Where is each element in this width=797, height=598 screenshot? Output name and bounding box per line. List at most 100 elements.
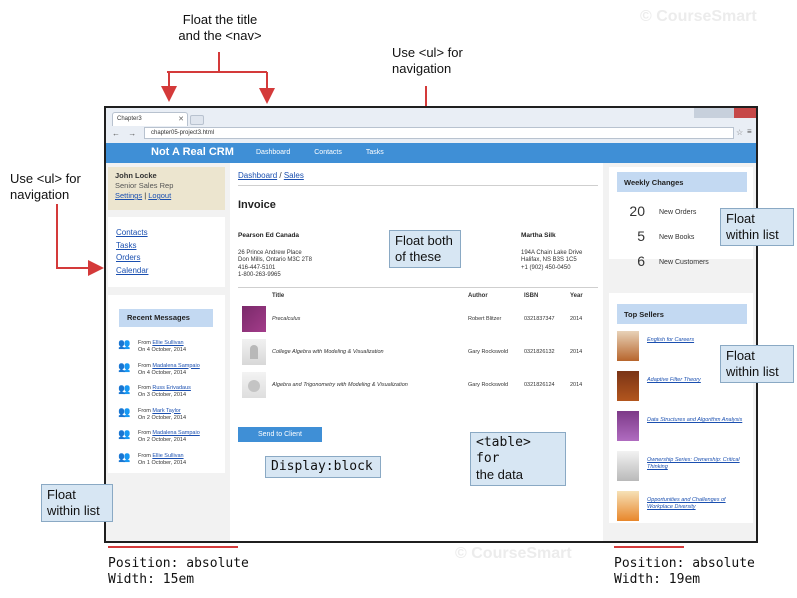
recent-messages-list: 👥 From Ellie Sullivan On 4 October, 2014 👥… bbox=[118, 340, 200, 475]
message-date: On 3 October, 2014 bbox=[138, 392, 187, 398]
invoice-to: Martha Silk 194A Chain Lake Drive Halifa… bbox=[521, 232, 582, 272]
maximize-button[interactable] bbox=[714, 108, 734, 118]
minimize-button[interactable] bbox=[694, 108, 714, 118]
breadcrumb-separator: / bbox=[277, 171, 284, 180]
book-author: Robert Blitzer bbox=[468, 315, 502, 322]
book-cover-image bbox=[242, 371, 266, 398]
to-name: Martha Silk bbox=[521, 232, 556, 239]
weekly-changes-title: Weekly Changes bbox=[617, 172, 747, 192]
message-sender-link[interactable]: Madalena Sampaio bbox=[152, 430, 199, 436]
table-header-row: Title Author ISBN Year bbox=[240, 290, 596, 302]
message-date: On 2 October, 2014 bbox=[138, 437, 187, 443]
top-seller-link[interactable]: Data Structures and Algorithm Analysis bbox=[647, 417, 747, 424]
list-item: 👥 From Ellie Sullivan On 1 October, 2014 bbox=[118, 452, 200, 476]
table-row: College Algebra with Modeling & Visualiz… bbox=[240, 335, 596, 368]
top-seller-link[interactable]: English for Careers bbox=[647, 337, 747, 344]
browser-tab[interactable]: Chapter3 ✕ bbox=[112, 112, 188, 126]
callout-table-data: <table> for the data bbox=[470, 432, 566, 486]
message-from: From bbox=[138, 407, 153, 414]
side-nav: Contacts Tasks Orders Calendar bbox=[108, 217, 225, 287]
top-seller-link[interactable]: Opportunities and Challenges of Workplac… bbox=[647, 497, 747, 511]
message-sender-link[interactable]: Mark Taylor bbox=[152, 408, 180, 414]
callout-float-within-list-3: Float within list bbox=[41, 484, 113, 522]
footer-left-rule bbox=[108, 546, 238, 548]
from-phone: 1-800-263-9965 bbox=[238, 272, 281, 278]
watermark-top: © CourseSmart bbox=[640, 8, 757, 25]
col-cover bbox=[240, 290, 270, 302]
browser-menu-icon[interactable]: ≡ bbox=[747, 127, 752, 136]
sidebar-item-tasks[interactable]: Tasks bbox=[116, 240, 217, 253]
message-date: On 4 October, 2014 bbox=[138, 347, 187, 353]
to-address-line: 194A Chain Lake Drive bbox=[521, 249, 583, 256]
col-isbn: ISBN bbox=[524, 293, 539, 299]
app-header: Not A Real CRM Dashboard Contacts Tasks bbox=[106, 143, 756, 163]
invoice-table: Title Author ISBN Year Precalculus Rober… bbox=[240, 290, 596, 401]
book-year: 2014 bbox=[570, 381, 583, 388]
top-seller-link[interactable]: Ownership Series: Ownership: Critical Th… bbox=[647, 457, 747, 471]
from-name: Pearson Ed Canada bbox=[238, 232, 300, 239]
callout-float-within-list-2: Float within list bbox=[720, 345, 794, 383]
browser-window: Chapter3 ✕ ← → C chapter05-project3.html… bbox=[104, 106, 758, 543]
book-title: Precalculus bbox=[272, 315, 301, 322]
people-icon: 👥 bbox=[118, 406, 131, 418]
book-cover-image bbox=[242, 305, 266, 332]
nav-contacts[interactable]: Contacts bbox=[314, 149, 342, 156]
logout-link[interactable]: Logout bbox=[148, 191, 171, 200]
annotation-use-ul-top: Use <ul> for navigation bbox=[392, 45, 463, 76]
table-row: Precalculus Robert Blitzer 0321837347 20… bbox=[240, 302, 596, 335]
stat-number: 6 bbox=[637, 253, 645, 269]
table-row: Algebra and Trigonometry with Modeling &… bbox=[240, 368, 596, 401]
send-to-client-button[interactable]: Send to Client bbox=[238, 427, 322, 442]
tab-close-icon[interactable]: ✕ bbox=[178, 115, 184, 123]
message-date: On 1 October, 2014 bbox=[138, 459, 187, 466]
stat-label: New Customers bbox=[659, 259, 709, 266]
to-phone: +1 (902) 450-0450 bbox=[521, 264, 571, 271]
nav-tasks[interactable]: Tasks bbox=[366, 149, 384, 156]
message-from: From bbox=[138, 452, 153, 459]
book-isbn: 0321826124 bbox=[524, 381, 555, 388]
book-thumbnail bbox=[617, 331, 639, 361]
message-from: From bbox=[138, 362, 153, 369]
nav-dashboard[interactable]: Dashboard bbox=[256, 149, 290, 156]
people-icon: 👥 bbox=[118, 361, 131, 373]
people-icon: 👥 bbox=[118, 384, 131, 395]
sidebar-item-orders[interactable]: Orders bbox=[116, 252, 217, 265]
message-sender-link[interactable]: Ellie Sullivan bbox=[152, 453, 183, 459]
window-close-button[interactable] bbox=[734, 108, 756, 118]
top-sellers-title: Top Sellers bbox=[617, 304, 747, 324]
breadcrumb-dashboard[interactable]: Dashboard bbox=[238, 171, 277, 180]
from-address-line: 26 Prince Andrew Place bbox=[238, 249, 302, 256]
message-from: From bbox=[138, 340, 153, 346]
from-address-line: Don Mills, Ontario M3C 2T8 bbox=[238, 257, 313, 263]
address-bar[interactable]: chapter05-project3.html bbox=[144, 127, 734, 139]
breadcrumb-sales[interactable]: Sales bbox=[284, 171, 304, 180]
page-viewport: Not A Real CRM Dashboard Contacts Tasks … bbox=[106, 143, 756, 541]
bookmark-star-icon[interactable]: ☆ bbox=[736, 128, 743, 137]
settings-link[interactable]: Settings bbox=[115, 191, 142, 200]
message-sender-link[interactable]: Russ Erivadaus bbox=[152, 385, 191, 391]
message-from: From bbox=[138, 385, 153, 391]
list-item: 👥 From Madalena Sampaio On 4 October, 2014 bbox=[118, 361, 200, 386]
recent-messages-panel: Recent Messages 👥 From Ellie Sullivan On 4… bbox=[108, 295, 225, 473]
footer-right-note: Position: absolute Width: 19em bbox=[614, 556, 755, 587]
list-item: 👥 From Madalena Sampaio On 2 October, 2014 bbox=[118, 430, 200, 453]
app-title: Not A Real CRM bbox=[151, 146, 234, 158]
message-sender-link[interactable]: Ellie Sullivan bbox=[152, 340, 183, 346]
list-item: 👥 From Russ Erivadaus On 3 October, 2014 bbox=[118, 385, 200, 408]
sidebar-item-calendar[interactable]: Calendar bbox=[116, 265, 217, 278]
new-tab-button[interactable] bbox=[190, 115, 204, 125]
col-author: Author bbox=[468, 293, 488, 299]
book-title: Algebra and Trigonometry with Modeling &… bbox=[272, 381, 408, 388]
breadcrumb: Dashboard / Sales bbox=[238, 171, 304, 180]
browser-chrome: Chapter3 ✕ ← → C chapter05-project3.html… bbox=[106, 108, 756, 143]
sidebar-item-contacts[interactable]: Contacts bbox=[116, 227, 217, 240]
book-thumbnail bbox=[617, 411, 639, 441]
col-year: Year bbox=[570, 293, 583, 299]
book-author: Gary Rockswold bbox=[468, 348, 509, 355]
people-icon: 👥 bbox=[118, 429, 131, 440]
page-title: Invoice bbox=[238, 199, 276, 211]
breadcrumb-divider bbox=[238, 185, 598, 186]
book-isbn: 0321837347 bbox=[524, 315, 555, 322]
message-sender-link[interactable]: Madalena Sampaio bbox=[152, 363, 199, 369]
list-item: 👥 From Mark Taylor On 2 October, 2014 bbox=[118, 406, 200, 431]
